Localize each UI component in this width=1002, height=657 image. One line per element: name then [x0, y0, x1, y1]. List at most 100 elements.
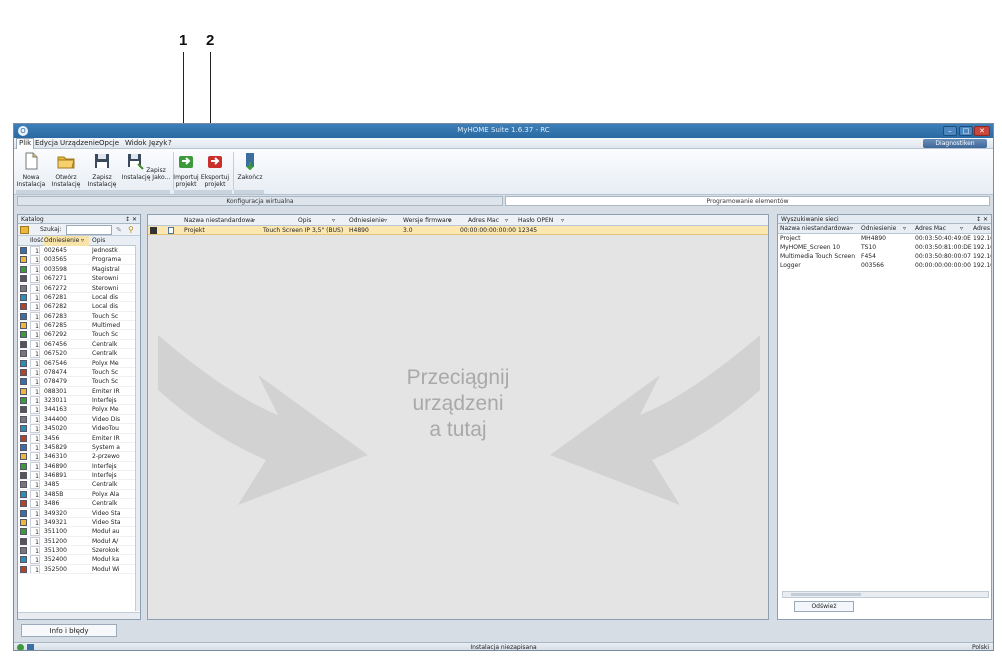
catalog-row[interactable]: 1 088301 Emiter IR [18, 386, 140, 396]
catalog-row[interactable]: 1 003565 Programa [18, 255, 140, 265]
catalog-row[interactable]: 1 067271 Sterowni [18, 274, 140, 284]
catalog-row[interactable]: 1 067456 Centralk [18, 339, 140, 350]
import-project-button[interactable]: Importuj projekt [172, 152, 200, 188]
catalog-row[interactable]: 1 3456 Emiter IR [18, 433, 140, 443]
scroll-thumb[interactable] [791, 593, 861, 596]
catalog-horizontal-scrollbar[interactable] [18, 612, 140, 619]
column-header-custom-name[interactable]: Nazwa niestandardowa [184, 215, 254, 226]
column-header-firmware[interactable]: Wersje firmware [403, 215, 452, 226]
pin-close-icon[interactable]: ↕ ✕ [125, 215, 137, 224]
column-header-description[interactable]: Opis [92, 236, 105, 246]
menu-file[interactable]: Plik [16, 138, 35, 149]
column-header-custom-name[interactable]: Nazwa niestandardowa [780, 224, 850, 234]
catalog-row[interactable]: 1 078474 Touch Sc [18, 367, 140, 378]
search-icon[interactable]: ⚲ [128, 225, 134, 234]
column-header-reference[interactable]: Odniesienie [349, 215, 384, 226]
filter-icon[interactable]: ▿ [332, 215, 335, 226]
catalog-row[interactable]: 1 346891 Interfejs [18, 471, 140, 481]
catalog-row[interactable]: 1 323011 Interfejs [18, 396, 140, 406]
column-header-description[interactable]: Opis [298, 215, 311, 226]
menu-options[interactable]: Opcje [99, 139, 119, 147]
menu-view[interactable]: Widok [125, 139, 147, 147]
catalog-row-description: Moduł ka [92, 556, 120, 564]
tab-virtual-configuration[interactable]: Konfiguracja wirtualna [17, 196, 503, 206]
network-row[interactable]: Multimedia Touch Screen F454 00:03:50:80:0… [778, 252, 991, 261]
catalog-row[interactable]: 1 351300 Szerokok [18, 546, 140, 556]
catalog-row[interactable]: 1 3485 Centralk [18, 480, 140, 490]
catalog-row[interactable]: 1 067282 Local dis [18, 302, 140, 312]
column-header-qty[interactable]: Ilość [30, 236, 44, 246]
catalog-row[interactable]: 1 002645 Jednostk [18, 246, 140, 256]
menu-device[interactable]: Urządzenie [60, 139, 99, 147]
catalog-row[interactable]: 1 078479 Touch Sc [18, 377, 140, 387]
menu-edit[interactable]: Edycja [35, 139, 58, 147]
maximize-button[interactable]: □ [959, 126, 973, 136]
catalog-row[interactable]: 1 003598 Magistral [18, 264, 140, 275]
catalog-vertical-scrollbar[interactable] [135, 245, 140, 611]
catalog-row[interactable]: 1 067272 Sterowni [18, 283, 140, 293]
catalog-row[interactable]: 1 344163 Polyx Me [18, 405, 140, 415]
project-drop-area[interactable]: Przeciągnij urządzeni a tutaj Nazwa nies… [147, 214, 769, 620]
diagnostics-button[interactable]: Diagnostiken [923, 139, 987, 148]
catalog-row[interactable]: 1 3485B Polyx Ala [18, 489, 140, 500]
filter-icon[interactable]: ▿ [903, 224, 906, 234]
catalog-row[interactable]: 1 345020 VideoTou [18, 424, 140, 434]
folder-icon[interactable] [20, 226, 29, 234]
filter-icon[interactable]: ▿ [850, 224, 853, 234]
catalog-row[interactable]: 1 351200 Moduł A/ [18, 536, 140, 546]
catalog-row[interactable]: 1 067285 Multimed [18, 321, 140, 331]
filter-icon[interactable]: ▿ [81, 236, 84, 246]
catalog-row[interactable]: 1 352400 Moduł ka [18, 555, 140, 565]
network-search-title: Wyszukiwanie sieci [781, 216, 839, 223]
project-row[interactable]: Projekt Touch Screen IP 3,5" (BUS) H4890… [148, 226, 768, 235]
network-horizontal-scrollbar[interactable] [782, 591, 989, 598]
catalog-search-input[interactable] [66, 225, 112, 235]
catalog-row-reference: 067283 [44, 312, 67, 320]
catalog-row[interactable]: 1 345829 System a [18, 442, 140, 453]
info-errors-tab[interactable]: Info i błędy [21, 624, 117, 637]
tab-element-programming[interactable]: Programowanie elementów [505, 196, 990, 206]
pin-close-icon[interactable]: ↕ ✕ [976, 215, 988, 224]
open-installation-button[interactable]: Otwórz Instalację [50, 152, 82, 188]
menu-help[interactable]: ? [168, 139, 172, 147]
network-row[interactable]: Project MH4890 00:03:50:40:49:0E 192.16 [778, 234, 991, 243]
catalog-row[interactable]: 1 067520 Centralk [18, 349, 140, 359]
network-row[interactable]: MyHOME_Screen 10 TS10 00:03:50:81:00:DE 192… [778, 243, 991, 252]
refresh-button[interactable]: Odśwież [794, 601, 854, 612]
filter-icon[interactable]: ▿ [252, 215, 255, 226]
column-header-mac[interactable]: Adres Mac [915, 224, 946, 234]
network-row[interactable]: Logger 003566 00:00:00:00:00:00 192.16 [778, 261, 991, 270]
close-button[interactable]: ✕ [974, 126, 990, 136]
filter-icon[interactable]: ▿ [505, 215, 508, 226]
catalog-row[interactable]: 1 344400 Video Dis [18, 414, 140, 425]
save-installation-as-button[interactable]: Zapisz Instalację Jako... [120, 152, 172, 181]
save-installation-button[interactable]: Zapisz Instalację [86, 152, 118, 188]
column-header-open-password[interactable]: Hasło OPEN [518, 215, 553, 226]
filter-icon[interactable]: ▿ [561, 215, 564, 226]
language-indicator[interactable]: Polski [972, 643, 989, 650]
catalog-row[interactable]: 1 349321 Video Sta [18, 517, 140, 528]
catalog-row-reference: 323011 [44, 397, 67, 404]
catalog-row[interactable]: 1 067283 Touch Sc [18, 311, 140, 321]
column-header-mac[interactable]: Adres Mac [468, 215, 499, 226]
clear-search-icon[interactable]: ✎ [116, 226, 122, 234]
filter-icon[interactable]: ▿ [960, 224, 963, 234]
column-header-reference[interactable]: Odniesienie [861, 224, 896, 234]
column-header-ip[interactable]: Adres I [973, 224, 991, 234]
catalog-row[interactable]: 1 346890 Interfejs [18, 461, 140, 471]
catalog-row[interactable]: 1 352500 Moduł Wi [18, 564, 140, 575]
catalog-row[interactable]: 1 067281 Local dis [18, 292, 140, 303]
catalog-row[interactable]: 1 351100 Moduł au [18, 527, 140, 537]
catalog-row[interactable]: 1 067546 Polyx Me [18, 358, 140, 368]
menu-language[interactable]: Język [149, 139, 167, 147]
catalog-row[interactable]: 1 3486 Centralk [18, 499, 140, 509]
catalog-row[interactable]: 1 346310 2-przewo [18, 452, 140, 462]
exit-button[interactable]: Zakończ [235, 152, 265, 181]
new-installation-button[interactable]: Nowa Instalacja [16, 152, 46, 188]
filter-icon[interactable]: ▿ [384, 215, 387, 226]
filter-icon[interactable]: ▿ [448, 215, 451, 226]
catalog-row[interactable]: 1 349320 Video Sta [18, 508, 140, 518]
catalog-row[interactable]: 1 067292 Touch Sc [18, 330, 140, 340]
export-project-button[interactable]: Eksportuj projekt [200, 152, 230, 188]
minimize-button[interactable]: – [943, 126, 957, 136]
